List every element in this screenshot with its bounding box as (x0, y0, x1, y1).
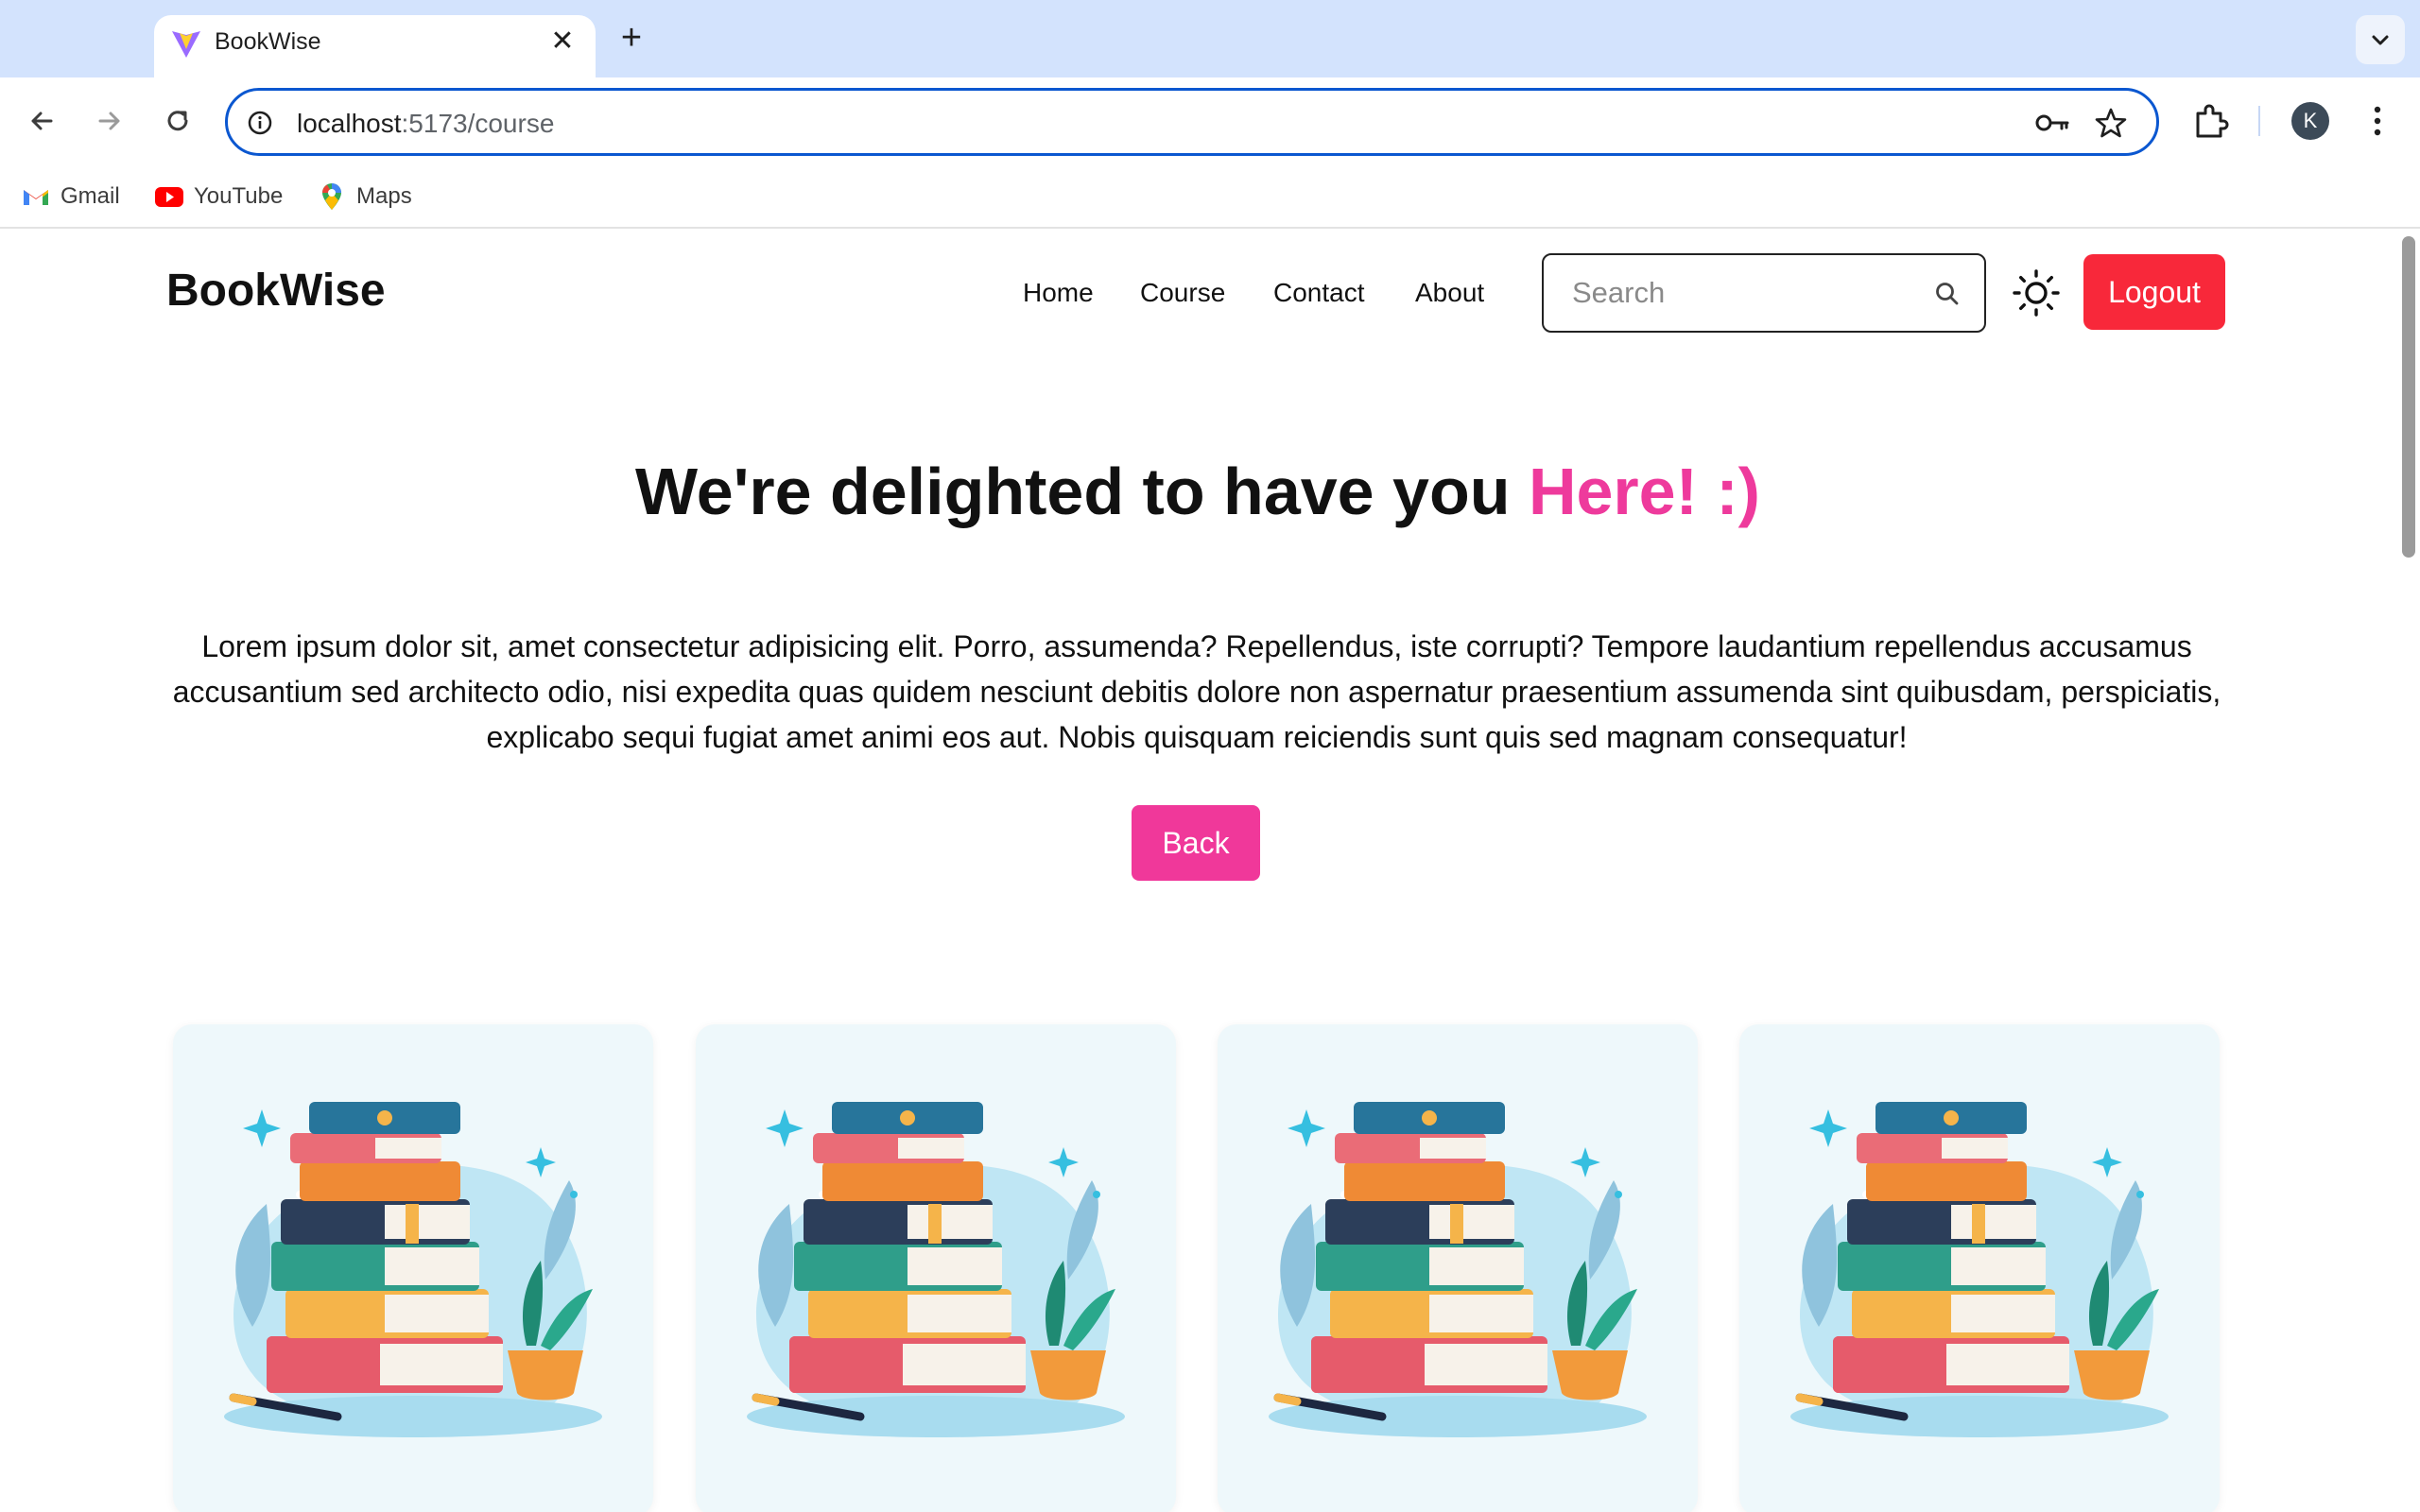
book-stack-illustration (1762, 1091, 2197, 1450)
book-stack-illustration (196, 1091, 631, 1450)
chevron-down-icon (2372, 35, 2389, 45)
url-path: :5173/course (401, 109, 555, 138)
nav-link-contact[interactable]: Contact (1273, 278, 1365, 308)
bookmark-label: Maps (356, 183, 412, 209)
course-card[interactable] (1218, 1024, 1698, 1512)
url-text[interactable]: localhost:5173/course (297, 109, 554, 139)
nav-link-course[interactable]: Course (1140, 278, 1225, 308)
bookmark-star-icon[interactable] (2094, 106, 2128, 140)
more-options-icon[interactable] (2363, 100, 2392, 142)
search-input[interactable] (1572, 274, 1931, 312)
reload-button[interactable] (155, 98, 200, 144)
arrow-right-icon (98, 112, 120, 130)
sun-theme-toggle-icon[interactable] (2012, 268, 2061, 318)
vite-favicon-icon (172, 31, 200, 58)
bookmark-gmail[interactable]: Gmail (21, 178, 120, 215)
new-tab-icon[interactable]: + (613, 19, 650, 57)
forward-nav-button[interactable] (87, 98, 132, 144)
site-info-icon[interactable] (247, 110, 273, 136)
bookmark-label: YouTube (194, 183, 284, 209)
book-stack-illustration (718, 1091, 1153, 1450)
tab-search-button[interactable] (2356, 15, 2405, 64)
profile-avatar[interactable]: K (2291, 102, 2329, 140)
tab-strip: BookWise ✕ + (0, 0, 2420, 77)
browser-toolbar: localhost:5173/course K (0, 77, 2420, 164)
nav-link-home[interactable]: Home (1023, 278, 1094, 308)
youtube-icon (155, 187, 183, 207)
close-tab-icon[interactable]: ✕ (545, 25, 579, 59)
tab-title: BookWise (215, 28, 321, 55)
extensions-puzzle-icon[interactable] (2189, 100, 2231, 142)
search-box (1542, 253, 1986, 333)
page-viewport: BookWise Home Course Contact About Logou… (0, 231, 2420, 1512)
browser-tab[interactable]: BookWise ✕ (154, 15, 596, 77)
bookmark-youtube[interactable]: YouTube (154, 178, 283, 215)
course-card[interactable] (696, 1024, 1176, 1512)
course-card[interactable] (1739, 1024, 2220, 1512)
arrow-left-icon (31, 112, 53, 130)
hero-title-accent: Here! :) (1528, 455, 1760, 528)
nav-link-about[interactable]: About (1415, 278, 1484, 308)
page-scrollbar[interactable] (2395, 231, 2420, 1512)
site-navbar: BookWise Home Course Contact About Logou… (0, 231, 2395, 353)
address-bar[interactable]: localhost:5173/course (225, 88, 2159, 156)
bookmark-maps[interactable]: Maps (317, 178, 412, 215)
bookmark-label: Gmail (60, 183, 120, 209)
toolbar-divider (2258, 106, 2260, 136)
maps-pin-icon (322, 183, 341, 210)
search-icon[interactable] (1933, 280, 1962, 308)
back-button[interactable]: Back (1132, 805, 1260, 881)
book-stack-illustration (1240, 1091, 1675, 1450)
hero-title: We're delighted to have you Here! :) (0, 454, 2395, 529)
bookmarks-bar: Gmail YouTube Maps (0, 164, 2420, 229)
scrollbar-thumb[interactable] (2402, 236, 2415, 558)
gmail-icon (24, 190, 48, 205)
brand-logo[interactable]: BookWise (166, 265, 386, 317)
url-host: localhost (297, 109, 402, 138)
hero-title-main: We're delighted to have you (634, 455, 1529, 528)
hero-paragraph: Lorem ipsum dolor sit, amet consectetur … (172, 629, 2221, 754)
back-nav-button[interactable] (19, 98, 64, 144)
course-card[interactable] (173, 1024, 653, 1512)
password-key-icon[interactable] (2033, 108, 2071, 138)
reload-icon (167, 111, 188, 131)
logout-button[interactable]: Logout (2083, 254, 2225, 330)
